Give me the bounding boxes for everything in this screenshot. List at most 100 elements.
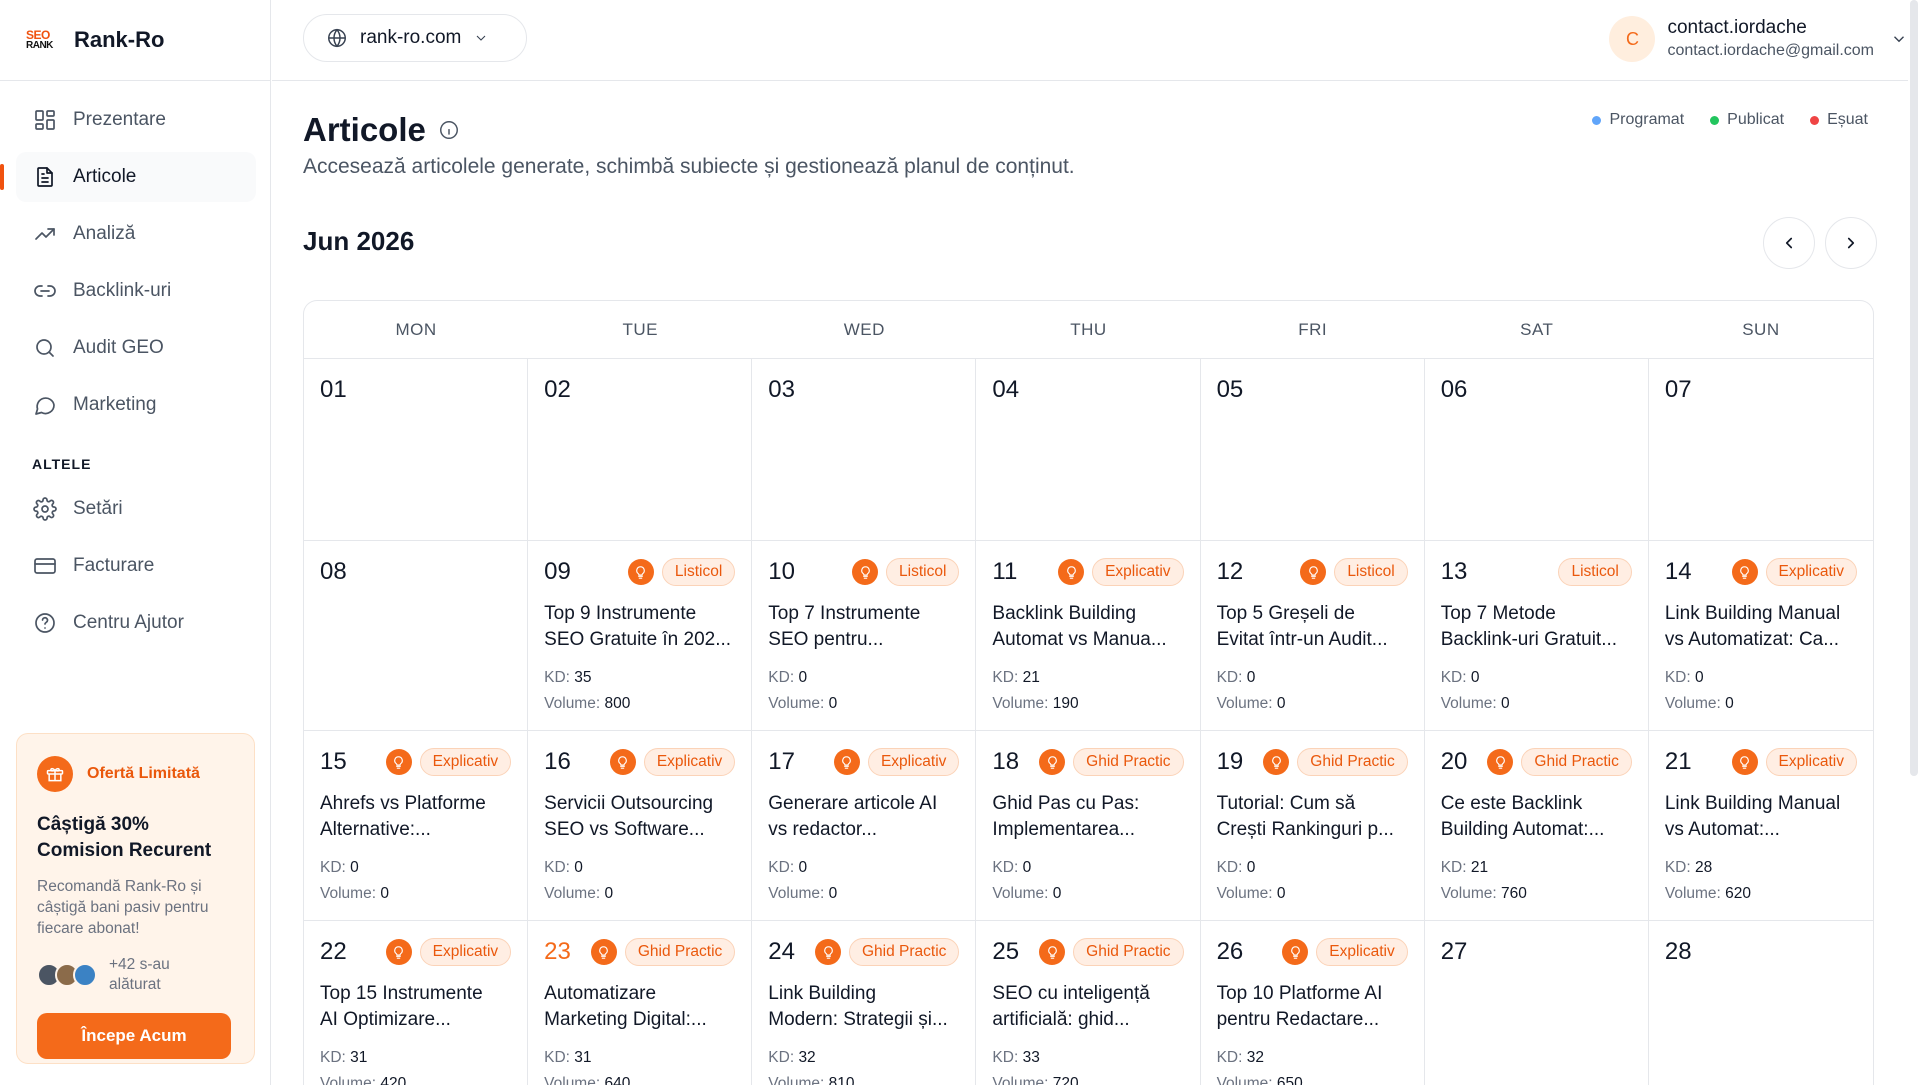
volume-value: 0 — [604, 885, 614, 902]
lightbulb-icon[interactable] — [815, 939, 841, 965]
volume-label: Volume: — [1216, 695, 1273, 712]
section-label-altele: ALTELE — [32, 456, 92, 472]
article-title[interactable]: Generare articole AI vs redactor... — [768, 791, 959, 843]
calendar-day-cell[interactable]: 06 — [1425, 359, 1649, 540]
sidebar-item-facturare[interactable]: Facturare — [16, 541, 256, 591]
scrollbar-thumb[interactable] — [1910, 0, 1918, 776]
article-title[interactable]: SEO cu inteligență artificială: ghid... — [992, 981, 1183, 1033]
previous-month-button[interactable] — [1763, 217, 1815, 269]
grid-icon — [32, 107, 58, 133]
domain-selector[interactable]: rank-ro.com — [303, 14, 527, 62]
lightbulb-icon[interactable] — [1731, 749, 1758, 775]
calendar-day-cell[interactable]: 21 Explicativ Link Building Manual vs Autom… — [1649, 731, 1873, 920]
kd-value: 35 — [574, 669, 592, 686]
calendar-day-cell[interactable]: 10 Listicol Top 7 Instrumente SEO pentru...… — [752, 541, 977, 730]
calendar-day-cell[interactable]: 02 — [528, 359, 753, 540]
weekday-header: WED — [843, 319, 885, 339]
kd-label: KD: — [544, 669, 570, 686]
article-title[interactable]: Top 7 Metode Backlink-uri Gratuit... — [1441, 601, 1632, 653]
calendar-day-cell[interactable]: 14 Explicativ Link Building Manual vs Autom… — [1649, 541, 1873, 730]
start-now-button[interactable]: Începe Acum — [37, 1013, 231, 1059]
calendar-day-cell[interactable]: 09 Listicol Top 9 Instrumente SEO Gratuite … — [528, 541, 753, 730]
calendar-day-cell[interactable]: 18 Ghid Practic Ghid Pas cu Pas: Implementa… — [976, 731, 1201, 920]
brand[interactable]: SEO RANK Rank-Ro — [0, 0, 270, 81]
status-dot-icon — [1592, 115, 1602, 125]
article-title[interactable]: Ghid Pas cu Pas: Implementarea... — [992, 791, 1183, 843]
lightbulb-icon[interactable] — [385, 939, 412, 965]
calendar-day-cell[interactable]: 12 Listicol Top 5 Greșeli de Evitat într-un… — [1201, 541, 1425, 730]
calendar-day-cell[interactable]: 25 Ghid Practic SEO cu inteligență artifici… — [976, 921, 1201, 1085]
lightbulb-icon[interactable] — [1487, 749, 1514, 775]
day-number: 25 — [992, 938, 1020, 965]
sidebar-item-setari[interactable]: Setări — [16, 484, 256, 534]
calendar-day-cell[interactable]: 08 — [304, 541, 529, 730]
lightbulb-icon[interactable] — [627, 559, 654, 585]
kd-label: KD: — [1216, 669, 1243, 686]
article-title[interactable]: Link Building Modern: Strategii și... — [768, 981, 959, 1033]
calendar-day-cell[interactable]: 23 Ghid Practic Automatizare Marketing Digi… — [528, 921, 753, 1085]
calendar-day-cell[interactable]: 22 Explicativ Top 15 Instrumente AI Optimiz… — [304, 921, 529, 1085]
sidebar-item-centru-ajutor[interactable]: Centru Ajutor — [16, 598, 256, 648]
lightbulb-icon[interactable] — [1300, 559, 1327, 585]
lightbulb-icon[interactable] — [385, 749, 412, 775]
calendar-day-cell[interactable]: 17 Explicativ Generare articole AI vs redac… — [752, 731, 977, 920]
calendar-day-cell[interactable]: 11 Explicativ Backlink Building Automat vs … — [976, 541, 1201, 730]
lightbulb-icon[interactable] — [833, 749, 860, 775]
article-title[interactable]: Top 15 Instrumente AI Optimizare... — [320, 981, 511, 1033]
calendar-day-cell[interactable]: 13 Listicol Top 7 Metode Backlink-uri Gratu… — [1425, 541, 1649, 730]
calendar-day-cell[interactable]: 15 Explicativ Ahrefs vs Platforme Alternati… — [304, 731, 529, 920]
lightbulb-icon[interactable] — [1731, 559, 1758, 585]
calendar-day-cell[interactable]: 16 Explicativ Servicii Outsourcing SEO vs S… — [528, 731, 753, 920]
article-title[interactable]: Link Building Manual vs Automat:... — [1665, 791, 1857, 843]
calendar-day-cell[interactable]: 01 — [304, 359, 529, 540]
calendar-day-cell[interactable]: 05 — [1201, 359, 1425, 540]
sidebar-item-backlinks[interactable]: Backlink-uri — [16, 266, 256, 316]
lightbulb-icon[interactable] — [1058, 559, 1085, 585]
calendar-day-cell[interactable]: 07 — [1649, 359, 1873, 540]
lightbulb-icon[interactable] — [1263, 749, 1290, 775]
user-menu[interactable]: C contact.iordache contact.iordache@gmai… — [1609, 14, 1908, 64]
day-number: 13 — [1440, 558, 1468, 585]
calendar-day-cell[interactable]: 26 Explicativ Top 10 Platforme AI pentru Re… — [1201, 921, 1425, 1085]
article-title[interactable]: Top 5 Greșeli de Evitat într-un Audit... — [1217, 601, 1408, 653]
lightbulb-icon[interactable] — [1282, 939, 1309, 965]
article-title[interactable]: Link Building Manual vs Automatizat: Ca..… — [1665, 601, 1857, 653]
article-title[interactable]: Servicii Outsourcing SEO vs Software... — [544, 791, 735, 843]
article-type-tag: Listicol — [661, 558, 736, 586]
calendar-day-cell[interactable]: 04 — [976, 359, 1201, 540]
weekday-header: SUN — [1742, 319, 1780, 339]
article-title[interactable]: Ce este Backlink Building Automat:... — [1441, 791, 1632, 843]
info-icon[interactable] — [438, 119, 460, 141]
sidebar-item-analiza[interactable]: Analiză — [16, 209, 256, 259]
calendar-day-cell[interactable]: 24 Ghid Practic Link Building Modern: Strat… — [752, 921, 977, 1085]
next-month-button[interactable] — [1825, 217, 1877, 269]
sidebar-item-label: Prezentare — [73, 109, 166, 130]
calendar-day-cell[interactable]: 19 Ghid Practic Tutorial: Cum să Crești Ran… — [1201, 731, 1425, 920]
article-title[interactable]: Automatizare Marketing Digital:... — [544, 981, 735, 1033]
day-number: 10 — [768, 558, 795, 585]
article-title[interactable]: Top 9 Instrumente SEO Gratuite în 202... — [544, 601, 735, 653]
article-title[interactable]: Top 10 Platforme AI pentru Redactare... — [1217, 981, 1408, 1033]
kd-value: 0 — [1246, 669, 1256, 686]
lightbulb-icon[interactable] — [1039, 749, 1066, 775]
calendar-day-cell[interactable]: 27 — [1425, 921, 1649, 1085]
article-title[interactable]: Ahrefs vs Platforme Alternative:... — [320, 791, 511, 843]
lightbulb-icon[interactable] — [609, 749, 636, 775]
article-title[interactable]: Backlink Building Automat vs Manua... — [992, 601, 1183, 653]
sidebar-item-audit-geo[interactable]: Audit GEO — [16, 323, 256, 373]
sidebar-item-articole[interactable]: Articole — [0, 152, 256, 202]
kd-label: KD: — [1664, 669, 1691, 686]
calendar-day-cell[interactable]: 03 — [752, 359, 977, 540]
calendar-day-cell[interactable]: 28 — [1649, 921, 1873, 1085]
lightbulb-icon[interactable] — [590, 939, 617, 965]
lightbulb-icon[interactable] — [852, 559, 879, 585]
article-title[interactable]: Tutorial: Cum să Crești Rankinguri p... — [1217, 791, 1408, 843]
article-title-line: Building Automat:... — [1440, 819, 1605, 840]
day-number: 06 — [1440, 376, 1468, 403]
calendar-day-cell[interactable]: 20 Ghid Practic Ce este Backlink Building A… — [1425, 731, 1649, 920]
scrollbar[interactable] — [1908, 0, 1920, 1085]
article-title[interactable]: Top 7 Instrumente SEO pentru... — [768, 601, 959, 653]
sidebar-item-marketing[interactable]: Marketing — [16, 380, 256, 430]
sidebar-item-prezentare[interactable]: Prezentare — [16, 95, 256, 145]
lightbulb-icon[interactable] — [1039, 939, 1066, 965]
